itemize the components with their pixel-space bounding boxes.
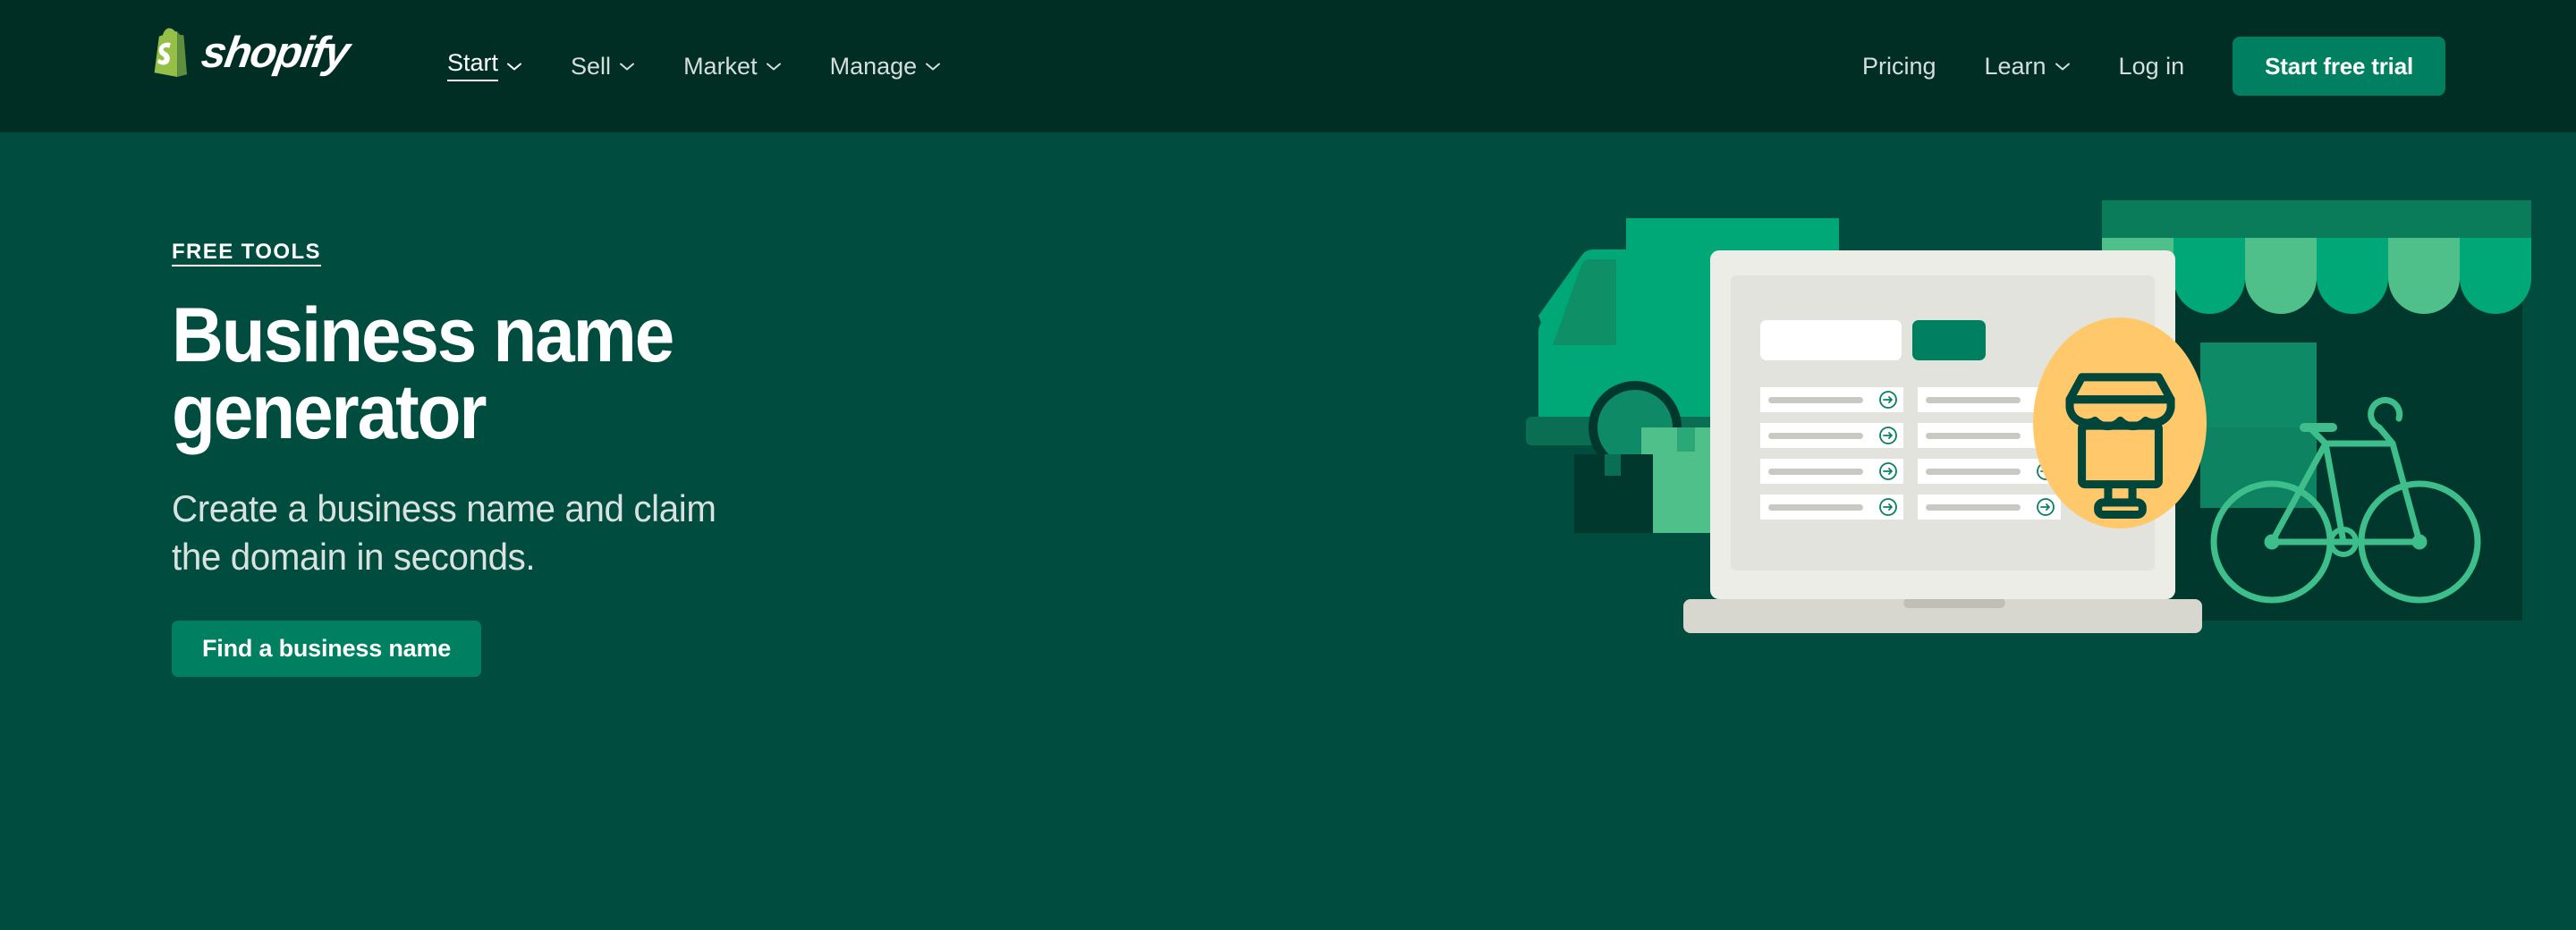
search-button-graphic: [1912, 320, 1986, 360]
find-a-business-name-button[interactable]: Find a business name: [172, 620, 482, 677]
hero-section: FREE TOOLS Business name generator Creat…: [0, 132, 2576, 930]
nav-item-learn[interactable]: Learn: [1984, 49, 2070, 84]
nav-item-learn-label: Learn: [1984, 52, 2046, 80]
nav-item-login-label: Log in: [2118, 52, 2185, 80]
nav-item-pricing-label: Pricing: [1861, 52, 1936, 80]
page-subtitle-line-1: Create a business name and claim: [172, 487, 716, 529]
start-free-trial-button[interactable]: Start free trial: [2233, 37, 2445, 96]
primary-navigation: Start Sell Market Manage: [447, 0, 941, 132]
search-input-graphic: [1760, 320, 1902, 360]
page-title-line-1: Business name: [172, 292, 674, 378]
chevron-down-icon: [620, 63, 635, 70]
brand-wordmark: shopify: [198, 28, 352, 77]
shopify-bag-icon: [154, 28, 187, 77]
storefront-badge-icon: [2033, 317, 2207, 528]
shopify-logo[interactable]: shopify: [150, 25, 352, 80]
nav-item-sell[interactable]: Sell: [571, 49, 635, 84]
page-subtitle-line-2: the domain in seconds.: [172, 535, 536, 578]
page-subtitle: Create a business name and claim the dom…: [172, 485, 730, 581]
page-title-line-2: generator: [172, 369, 487, 455]
hero-copy-block: FREE TOOLS Business name generator Creat…: [172, 240, 1138, 677]
free-tools-eyebrow-link[interactable]: FREE TOOLS: [172, 240, 321, 265]
nav-item-pricing[interactable]: Pricing: [1862, 49, 1936, 84]
nav-item-start-label: Start: [447, 51, 499, 81]
nav-item-login[interactable]: Log in: [2119, 49, 2185, 84]
nav-item-market-label: Market: [683, 52, 758, 80]
nav-item-start[interactable]: Start: [447, 46, 522, 87]
nav-item-sell-label: Sell: [571, 52, 612, 80]
nav-item-manage[interactable]: Manage: [830, 49, 942, 84]
chevron-down-icon: [926, 63, 941, 70]
secondary-navigation: Pricing Learn Log in Start free trial: [1862, 0, 2445, 132]
nav-item-manage-label: Manage: [829, 52, 918, 80]
chevron-down-icon: [507, 63, 522, 70]
page-title: Business name generator: [172, 297, 737, 451]
chevron-down-icon: [766, 63, 781, 70]
chevron-down-icon: [2055, 63, 2070, 70]
nav-item-market[interactable]: Market: [683, 49, 782, 84]
ecommerce-hero-illustration: [1485, 159, 2540, 660]
site-header: shopify Start Sell Market Manage Pricing…: [0, 0, 2576, 132]
